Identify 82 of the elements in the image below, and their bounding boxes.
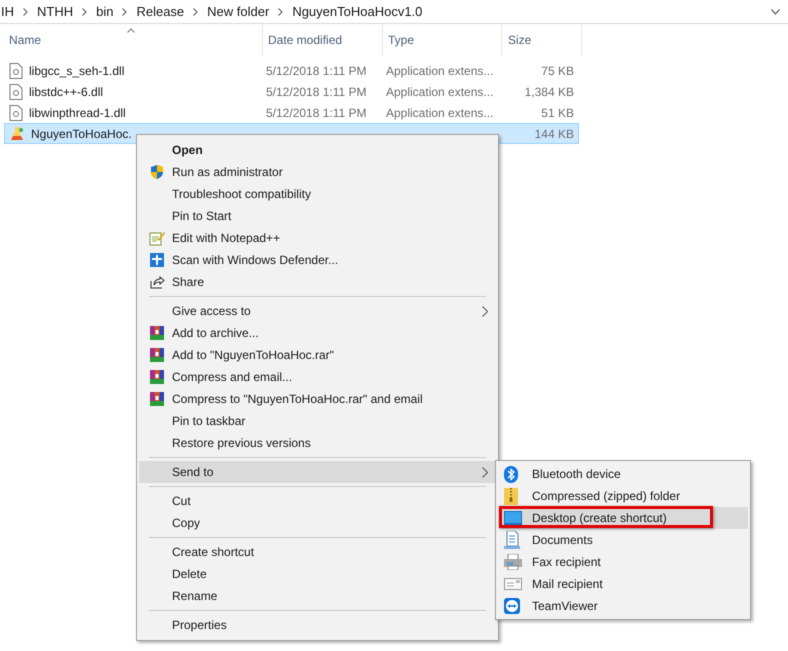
fax-icon xyxy=(504,554,522,570)
chevron-right-icon xyxy=(23,8,28,16)
menu-item[interactable]: Properties xyxy=(139,614,496,636)
monitor-icon xyxy=(504,511,522,525)
chevron-right-icon xyxy=(482,466,488,478)
type-cell: Application extens... xyxy=(386,106,494,120)
menu-item[interactable]: Add to "NguyenToHoaHoc.rar" xyxy=(139,344,496,366)
dll-file-icon xyxy=(9,104,23,120)
menu-item[interactable]: TeamViewer xyxy=(498,595,748,617)
chevron-down-icon[interactable] xyxy=(771,8,780,14)
menu-item[interactable]: Fax recipient xyxy=(498,551,748,573)
breadcrumb-item[interactable]: NTHH xyxy=(37,2,74,22)
file-row[interactable]: libwinpthread-1.dll 5/12/2018 1:11 PM Application extens... 51 KB xyxy=(4,102,579,123)
menu-item[interactable]: Send to xyxy=(139,461,496,483)
breadcrumb-item[interactable]: NguyenToHoaHocv1.0 xyxy=(292,2,422,22)
dll-file-icon xyxy=(9,84,23,100)
chevron-right-icon xyxy=(482,306,488,316)
menu-item[interactable]: Rename xyxy=(139,585,496,607)
menu-item[interactable]: Mail recipient xyxy=(498,573,748,595)
file-row[interactable]: libgcc_s_seh-1.dll 5/12/2018 1:11 PM Application extens... 75 KB xyxy=(4,60,579,81)
chevron-right-icon xyxy=(122,8,128,16)
column-header[interactable]: Size xyxy=(502,24,582,56)
breadcrumb-item[interactable]: bin xyxy=(96,2,114,22)
date-cell: 5/12/2018 1:11 PM xyxy=(266,84,367,98)
breadcrumb-item[interactable]: New folder xyxy=(207,2,270,22)
menu-item[interactable]: Documents xyxy=(498,529,748,551)
books-icon xyxy=(149,391,165,407)
menu-item[interactable]: Give access to xyxy=(139,300,496,322)
file-name: libstdc++-6.dll xyxy=(29,84,104,100)
breadcrumb-item[interactable]: IH xyxy=(1,2,14,22)
menu-item[interactable]: Copy xyxy=(139,512,496,534)
zip-folder-icon xyxy=(504,488,518,504)
sort-up-icon xyxy=(127,28,135,33)
menu-item[interactable]: Add to archive... xyxy=(139,322,496,344)
breadcrumb-item[interactable]: Release xyxy=(136,2,184,22)
file-name: libgcc_s_seh-1.dll xyxy=(29,62,124,80)
menu-item[interactable]: Troubleshoot compatibility xyxy=(139,183,496,205)
menu-item[interactable]: Compressed (zipped) folder xyxy=(498,485,748,507)
menu-item[interactable]: Edit with Notepad++ xyxy=(139,227,496,249)
chevron-right-icon xyxy=(278,8,284,16)
books-icon xyxy=(149,325,165,341)
shield-cross-icon xyxy=(149,252,165,268)
menu-item[interactable]: Scan with Windows Defender... xyxy=(139,249,496,271)
menu-item[interactable]: Compress and email... xyxy=(139,366,496,388)
type-cell: Application extens... xyxy=(386,64,494,78)
share-icon xyxy=(149,274,165,290)
menu-item[interactable]: Pin to taskbar xyxy=(139,410,496,432)
menu-item[interactable]: Run as administrator xyxy=(139,161,496,183)
envelope-icon xyxy=(504,578,522,590)
menu-item[interactable]: Share xyxy=(139,271,496,293)
bluetooth-icon xyxy=(504,466,518,482)
double-arrow-icon xyxy=(504,598,520,614)
type-cell: Application extens... xyxy=(386,84,494,98)
chevron-right-icon xyxy=(82,8,88,16)
date-cell: 5/12/2018 1:11 PM xyxy=(266,64,367,78)
menu-item[interactable]: Delete xyxy=(139,563,496,585)
menu-item[interactable]: Pin to Start xyxy=(139,205,496,227)
column-header[interactable]: Type xyxy=(383,24,502,56)
size-cell-text: 51 KB xyxy=(541,104,574,122)
column-header[interactable]: Date modified xyxy=(263,24,383,56)
document-icon xyxy=(504,531,520,549)
menu-item[interactable]: Create shortcut xyxy=(139,541,496,563)
date-cell: 5/12/2018 1:11 PM xyxy=(266,106,367,120)
chevron-right-icon xyxy=(193,8,198,16)
shield-icon xyxy=(149,164,165,180)
menu-item[interactable]: Desktop (create shortcut) xyxy=(498,507,748,529)
column-header[interactable]: Name xyxy=(7,24,263,56)
file-name: libwinpthread-1.dll xyxy=(29,104,126,122)
menu-item[interactable]: Bluetooth device xyxy=(498,463,748,485)
file-name: NguyenToHoaHoc. xyxy=(31,126,132,142)
flask-icon xyxy=(9,126,25,142)
books-icon xyxy=(149,347,165,363)
dll-file-icon xyxy=(9,62,23,78)
file-row[interactable]: libstdc++-6.dll 5/12/2018 1:11 PM Application extens... 1,384 KB xyxy=(4,81,579,102)
notepad-icon xyxy=(149,230,165,246)
books-icon xyxy=(149,369,165,385)
size-cell-text: 1,384 KB xyxy=(524,84,574,100)
size-cell-text: 75 KB xyxy=(541,62,574,80)
size-cell-text: 144 KB xyxy=(534,126,574,142)
menu-item[interactable]: Restore previous versions xyxy=(139,432,496,454)
menu-item[interactable]: Compress to "NguyenToHoaHoc.rar" and email xyxy=(139,388,496,410)
menu-item[interactable]: Cut xyxy=(139,490,496,512)
